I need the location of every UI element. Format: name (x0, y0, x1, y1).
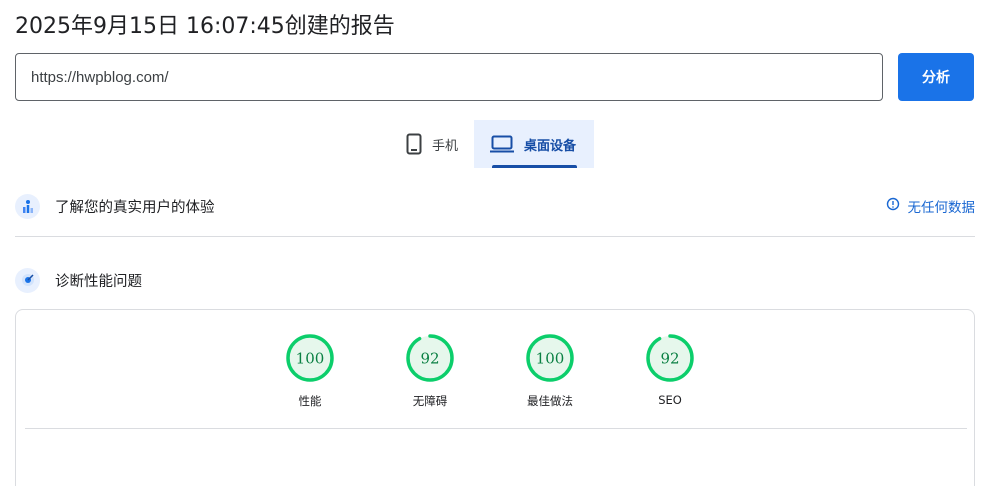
score-label: 性能 (298, 394, 322, 408)
info-icon (886, 197, 900, 215)
tab-desktop[interactable]: 桌面设备 (474, 120, 595, 168)
tab-mobile-label: 手机 (432, 138, 459, 154)
score-gauge[interactable]: 100 最佳做法 (526, 334, 574, 409)
score-value: 92 (420, 350, 439, 368)
laptop-icon (490, 135, 515, 153)
no-data-label: 无任何数据 (907, 200, 976, 216)
score-gauges: 100 性能 92 无障碍 100 最佳做法 92 SEO (286, 334, 694, 409)
score-ring: 100 (286, 334, 334, 382)
url-input[interactable] (15, 53, 883, 101)
score-gauge[interactable]: 92 无障碍 (406, 334, 454, 409)
tab-mobile[interactable]: 手机 (390, 120, 474, 168)
field-data-label: 了解您的真实用户的体验 (55, 199, 215, 216)
score-gauge[interactable]: 92 SEO (646, 334, 694, 409)
score-ring: 92 (406, 334, 454, 382)
score-label: 最佳做法 (527, 394, 573, 408)
score-value: 100 (536, 350, 565, 368)
score-gauge[interactable]: 100 性能 (286, 334, 334, 409)
analyze-button[interactable]: 分析 (898, 53, 974, 101)
score-label: 无障碍 (412, 394, 448, 408)
lighthouse-icon (15, 267, 40, 293)
report-title: 2025年9月15日 16:07:45创建的报告 (15, 14, 395, 39)
scores-card: 100 性能 92 无障碍 100 最佳做法 92 SEO (15, 309, 975, 486)
score-ring: 100 (526, 334, 574, 382)
score-label: SEO (658, 393, 682, 407)
users-chart-icon (15, 193, 40, 219)
smartphone-icon (406, 133, 422, 155)
device-tabs: 手机 桌面设备 (390, 120, 595, 168)
score-value: 92 (660, 350, 679, 368)
tab-desktop-label: 桌面设备 (524, 138, 577, 154)
score-ring: 92 (646, 334, 694, 382)
diagnostics-label: 诊断性能问题 (55, 273, 142, 290)
score-value: 100 (296, 350, 325, 368)
no-data-link[interactable]: 无任何数据 (886, 196, 976, 216)
section-divider (15, 236, 975, 237)
card-divider (25, 428, 967, 429)
field-data-section: 了解您的真实用户的体验 无任何数据 (15, 191, 975, 221)
diagnostics-section: 诊断性能问题 (15, 265, 975, 295)
